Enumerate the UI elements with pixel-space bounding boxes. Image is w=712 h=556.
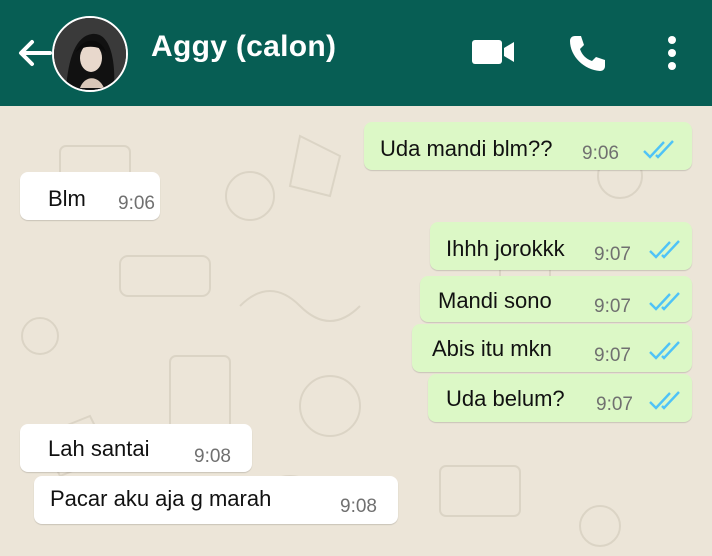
message-bubble-outgoing[interactable]: Uda mandi blm?? 9:06 xyxy=(364,122,692,170)
message-bubble-outgoing[interactable]: Abis itu mkn 9:07 xyxy=(412,324,692,372)
phone-call-icon[interactable] xyxy=(566,32,608,74)
message-time: 9:06 xyxy=(582,143,619,164)
read-receipt-icon xyxy=(649,391,680,410)
message-time: 9:06 xyxy=(118,193,155,214)
read-receipt-icon xyxy=(643,140,674,159)
message-bubble-outgoing[interactable]: Uda belum? 9:07 xyxy=(428,374,692,422)
read-receipt-icon xyxy=(649,240,680,259)
contact-name[interactable]: Aggy (calon) xyxy=(151,30,336,64)
read-receipt-icon xyxy=(649,341,680,360)
message-time: 9:08 xyxy=(194,446,231,467)
message-bubble-incoming[interactable]: Pacar aku aja g marah 9:08 xyxy=(34,476,398,524)
message-text: Uda belum? xyxy=(446,386,565,411)
chat-header: Aggy (calon) xyxy=(0,0,712,106)
message-text: Ihhh jorokkk xyxy=(446,236,565,261)
chat-area[interactable]: Uda mandi blm?? 9:06 Blm 9:06 Ihhh jorok… xyxy=(0,106,712,556)
message-bubble-incoming[interactable]: Lah santai 9:08 xyxy=(20,424,252,472)
message-bubble-outgoing[interactable]: Mandi sono 9:07 xyxy=(420,276,692,322)
message-text: Mandi sono xyxy=(438,288,552,313)
message-text: Abis itu mkn xyxy=(432,336,552,361)
message-text: Blm xyxy=(48,186,86,211)
message-time: 9:07 xyxy=(596,394,633,415)
read-receipt-icon xyxy=(649,292,680,311)
message-text: Uda mandi blm?? xyxy=(380,136,553,161)
avatar[interactable] xyxy=(52,16,128,92)
message-time: 9:07 xyxy=(594,345,631,366)
message-text: Lah santai xyxy=(48,436,150,461)
message-bubble-outgoing[interactable]: Ihhh jorokkk 9:07 xyxy=(430,222,692,270)
message-text: Pacar aku aja g marah xyxy=(50,486,272,511)
message-time: 9:07 xyxy=(594,296,631,317)
message-time: 9:07 xyxy=(594,244,631,265)
message-time: 9:08 xyxy=(340,496,377,517)
more-options-icon[interactable] xyxy=(662,33,682,73)
back-arrow-icon[interactable] xyxy=(14,33,54,73)
message-bubble-incoming[interactable]: Blm 9:06 xyxy=(20,172,160,220)
video-call-icon[interactable] xyxy=(470,36,516,68)
